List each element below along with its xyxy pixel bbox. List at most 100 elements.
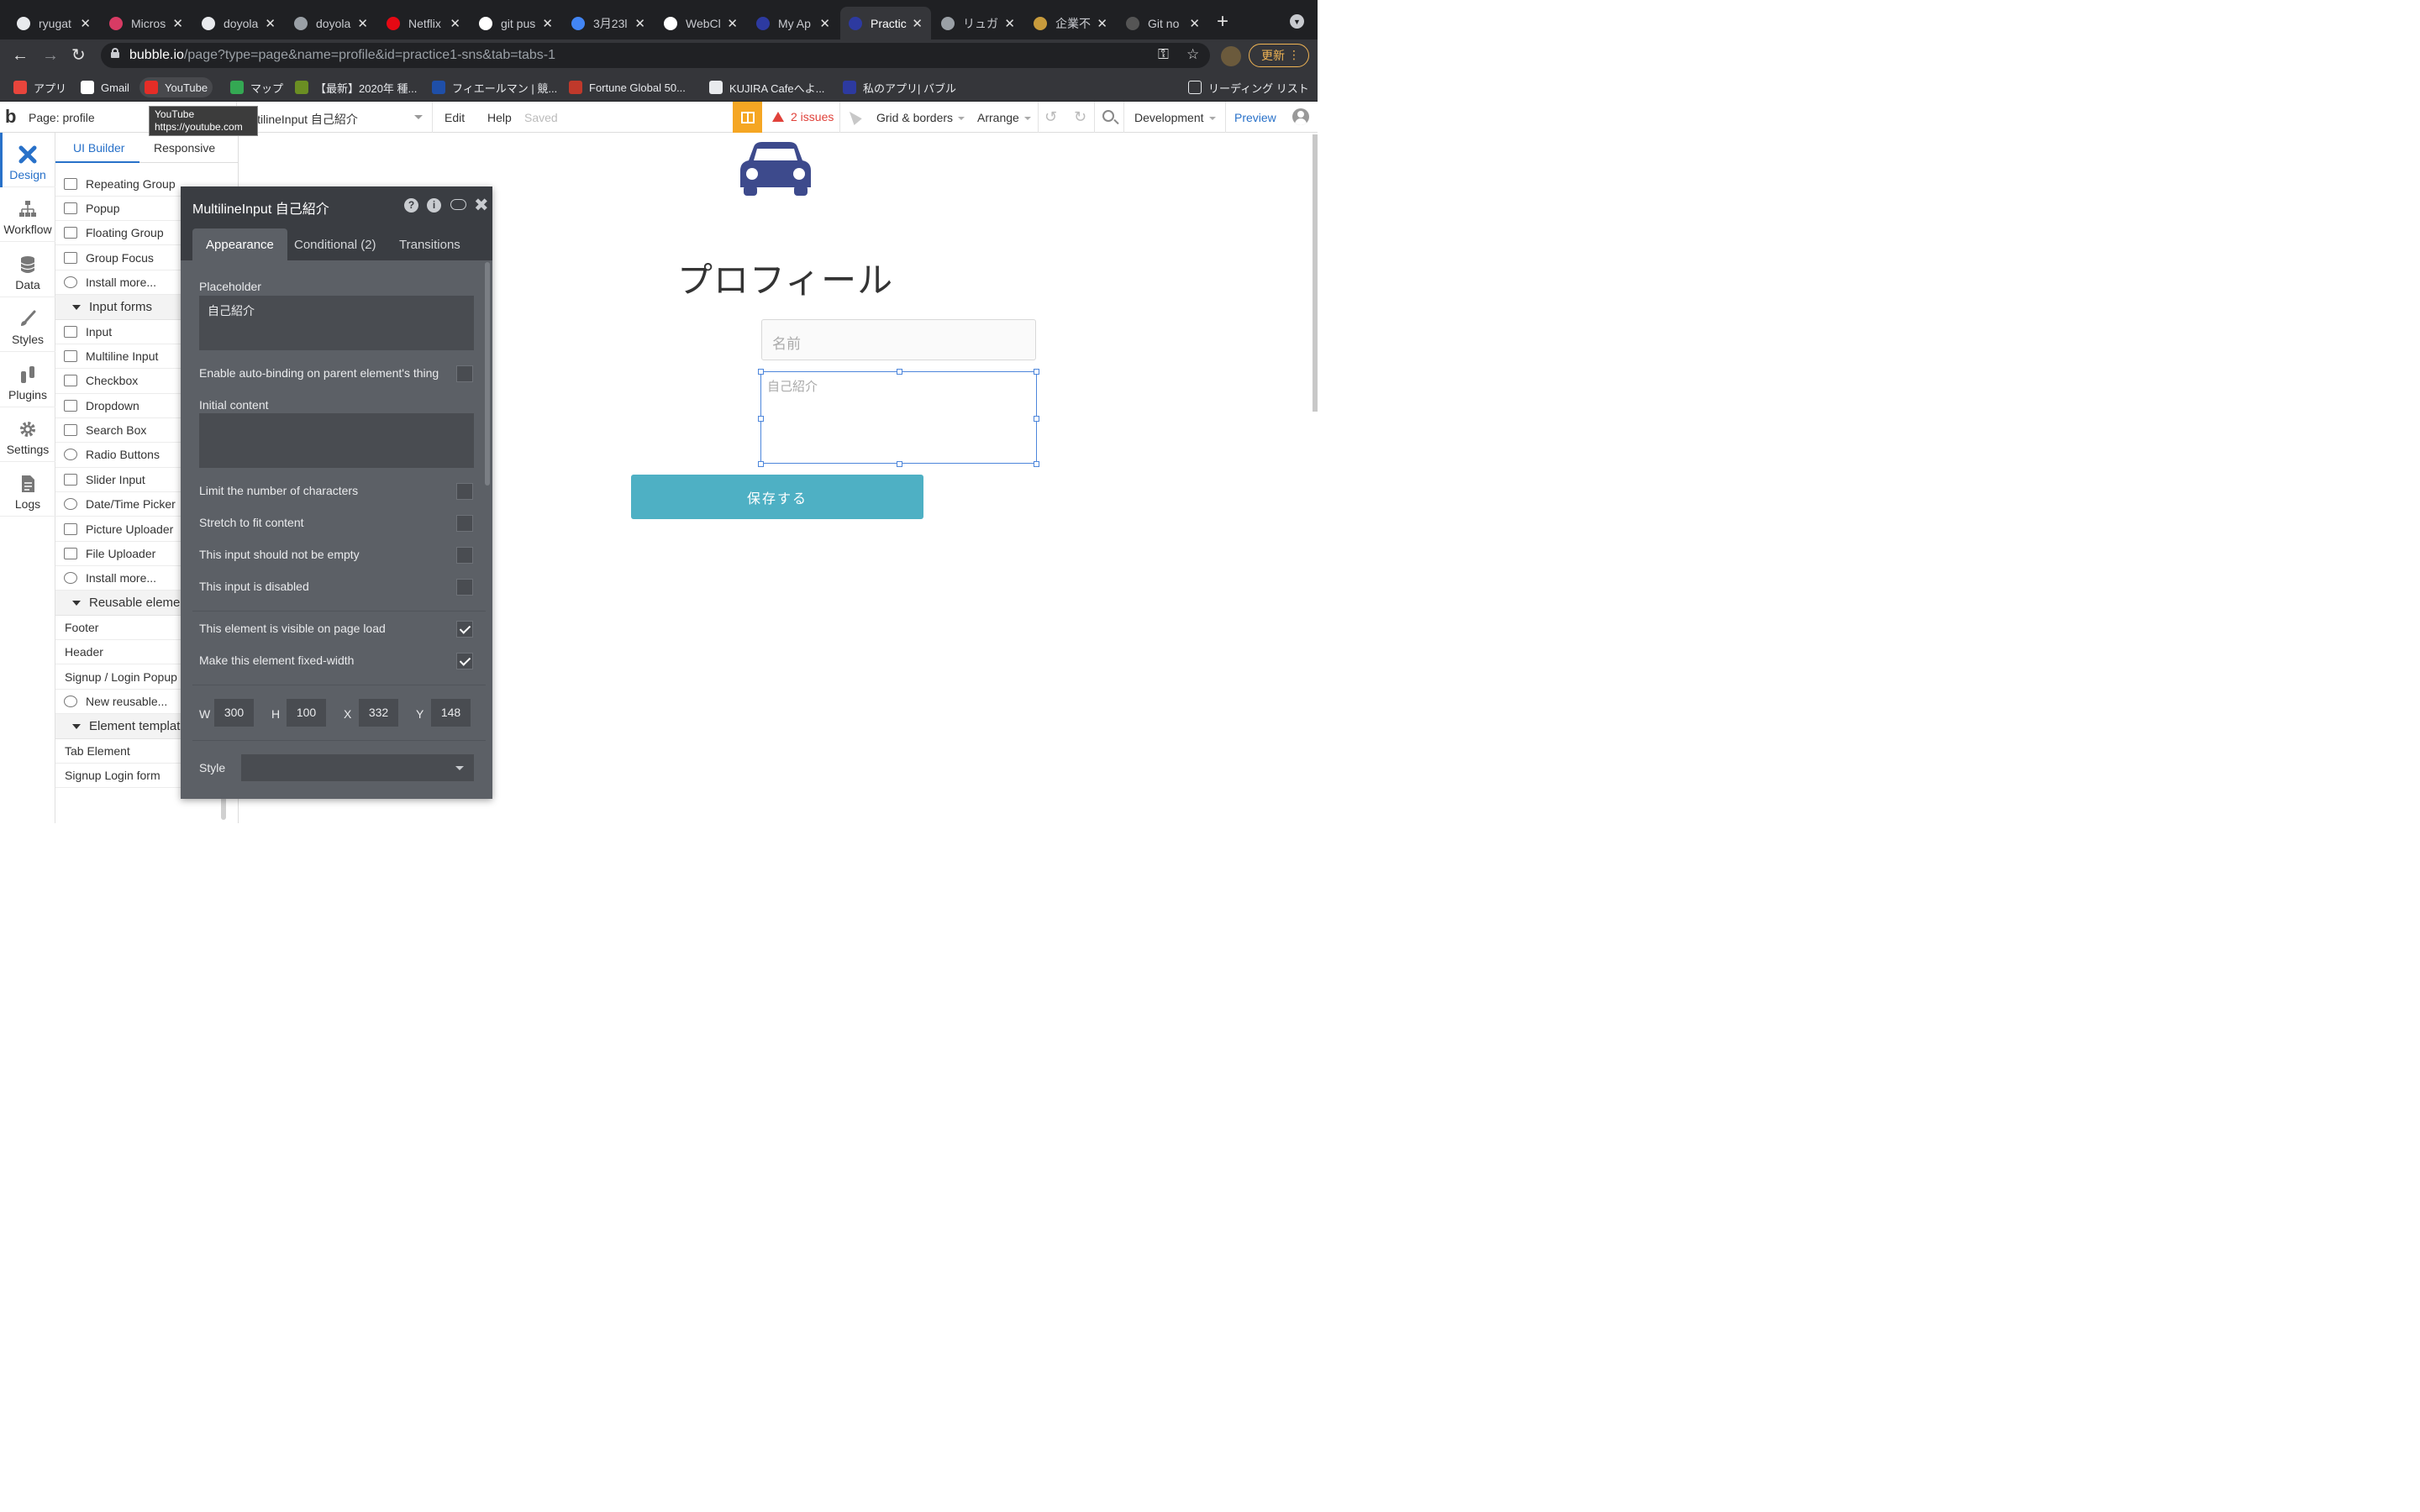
browser-tab[interactable]: Micros ✕ [101, 7, 192, 39]
close-tab-icon[interactable]: ✕ [450, 16, 460, 31]
select-cursor-icon[interactable] [845, 108, 862, 125]
tab-search-icon[interactable]: ▼ [1290, 14, 1304, 29]
help-menu[interactable]: Help [487, 111, 512, 124]
save-button[interactable]: 保存する [631, 475, 923, 519]
arrange-menu[interactable]: Arrange [977, 111, 1031, 124]
visible-on-load-checkbox[interactable] [456, 621, 473, 638]
bookmark-item[interactable]: 私のアプリ| バブル [838, 77, 961, 97]
bookmark-item[interactable]: マップ [225, 77, 288, 97]
info-icon[interactable]: i [427, 198, 441, 213]
collapse-icon[interactable] [72, 304, 81, 310]
stretch-checkbox[interactable] [456, 515, 473, 532]
close-tab-icon[interactable]: ✕ [542, 16, 553, 31]
browser-tab[interactable]: doyola ✕ [193, 7, 284, 39]
new-tab-icon[interactable]: + [1217, 10, 1228, 34]
reading-list[interactable]: リーディング リスト [1183, 77, 1314, 97]
tab-appearance[interactable]: Appearance [206, 238, 274, 252]
bookmark-item[interactable]: KUJIRA Cafeへよ... [704, 77, 829, 97]
user-icon[interactable] [1292, 108, 1309, 125]
environment-selector[interactable]: Development [1134, 111, 1216, 124]
tab-transitions[interactable]: Transitions [399, 238, 460, 252]
address-bar[interactable]: bubble.io/page?type=page&name=profile&id… [101, 43, 1210, 68]
close-tab-icon[interactable]: ✕ [80, 16, 91, 31]
redo-icon[interactable]: ↻ [1074, 108, 1086, 126]
lock-icon[interactable] [111, 48, 119, 58]
rail-item-logs[interactable]: Logs [0, 462, 55, 517]
kebab-menu-icon[interactable]: ⋮ [1288, 48, 1300, 62]
name-input[interactable]: 名前 [761, 319, 1036, 360]
page-selector[interactable]: Page: profile [29, 111, 95, 124]
canvas-scrollbar[interactable] [1313, 134, 1318, 412]
browser-tab[interactable]: doyola ✕ [286, 7, 376, 39]
close-tab-icon[interactable]: ✕ [357, 16, 368, 31]
resize-handle[interactable] [1034, 416, 1039, 422]
property-editor-header[interactable]: MultilineInput 自己紹介 ? i ✖ [181, 186, 492, 223]
browser-tab[interactable]: Practic ✕ [840, 7, 931, 39]
help-icon[interactable]: ? [404, 198, 418, 213]
bubble-logo[interactable]: b [5, 108, 16, 126]
collapse-icon[interactable] [72, 600, 81, 606]
back-icon[interactable]: ← [12, 45, 29, 66]
chevron-down-icon[interactable] [414, 115, 423, 119]
y-field[interactable]: 148 [431, 699, 471, 727]
limit-chars-checkbox[interactable] [456, 483, 473, 500]
autobinding-checkbox[interactable] [456, 365, 473, 382]
resize-handle[interactable] [758, 416, 764, 422]
tab-conditional[interactable]: Conditional (2) [294, 238, 376, 252]
rail-item-workflow[interactable]: Workflow [0, 187, 55, 243]
browser-tab[interactable]: 3月23l ✕ [563, 7, 654, 39]
preview-button[interactable]: Preview [1234, 111, 1276, 124]
property-scrollbar[interactable] [485, 262, 490, 486]
resize-handle[interactable] [758, 461, 764, 467]
rail-item-settings[interactable]: Settings [0, 407, 55, 462]
edit-menu[interactable]: Edit [445, 111, 465, 124]
browser-tab[interactable]: 企業不 ✕ [1025, 7, 1116, 39]
browser-tab[interactable]: Netflix ✕ [378, 7, 469, 39]
browser-tab[interactable]: リュガ ✕ [933, 7, 1023, 39]
close-icon[interactable]: ✖ [474, 195, 489, 216]
close-tab-icon[interactable]: ✕ [727, 16, 738, 31]
bookmark-item[interactable]: Fortune Global 50... [564, 77, 691, 97]
close-tab-icon[interactable]: ✕ [1189, 16, 1200, 31]
close-tab-icon[interactable]: ✕ [265, 16, 276, 31]
browser-tab[interactable]: ryugat ✕ [8, 7, 99, 39]
bookmark-item[interactable]: アプリ [8, 77, 71, 97]
comment-icon[interactable] [450, 199, 466, 210]
browser-tab[interactable]: git pus ✕ [471, 7, 561, 39]
close-tab-icon[interactable]: ✕ [912, 16, 923, 31]
bookmark-item[interactable]: 【最新】2020年 種... [290, 77, 422, 97]
element-selector[interactable]: ltilineInput 自己紹介 [255, 111, 358, 128]
collapse-icon[interactable] [72, 723, 81, 729]
resize-handle[interactable] [758, 369, 764, 375]
browser-tab[interactable]: Git no ✕ [1118, 7, 1208, 39]
bookmark-item[interactable]: フィエールマン | 競... [427, 77, 562, 97]
close-tab-icon[interactable]: ✕ [1004, 16, 1015, 31]
rail-item-plugins[interactable]: Plugins [0, 353, 55, 407]
key-icon[interactable]: ⚿ [1158, 46, 1169, 63]
undo-icon[interactable]: ↺ [1044, 108, 1057, 126]
not-empty-checkbox[interactable] [456, 547, 473, 564]
close-tab-icon[interactable]: ✕ [172, 16, 183, 31]
fixed-width-checkbox[interactable] [456, 653, 473, 669]
close-tab-icon[interactable]: ✕ [819, 16, 830, 31]
initial-content-field[interactable] [199, 413, 474, 468]
car-icon[interactable] [739, 140, 813, 197]
profile-avatar[interactable] [1221, 46, 1241, 66]
resize-handle[interactable] [1034, 369, 1039, 375]
gift-icon[interactable] [733, 102, 762, 133]
rail-item-data[interactable]: Data [0, 243, 55, 297]
resize-handle[interactable] [897, 369, 902, 375]
reload-icon[interactable]: ↻ [71, 45, 86, 66]
resize-handle[interactable] [1034, 461, 1039, 467]
rail-item-styles[interactable]: Styles [0, 297, 55, 353]
search-icon[interactable] [1102, 110, 1114, 122]
height-field[interactable]: 100 [287, 699, 326, 727]
placeholder-field[interactable]: 自己紹介 [199, 296, 474, 350]
bookmark-item[interactable]: Gmail [76, 77, 134, 97]
width-field[interactable]: 300 [214, 699, 254, 727]
issues-indicator[interactable]: 2 issues [772, 110, 834, 123]
browser-tab[interactable]: My Ap ✕ [748, 7, 839, 39]
style-dropdown[interactable] [241, 754, 474, 781]
close-tab-icon[interactable]: ✕ [1097, 16, 1107, 31]
x-field[interactable]: 332 [359, 699, 398, 727]
